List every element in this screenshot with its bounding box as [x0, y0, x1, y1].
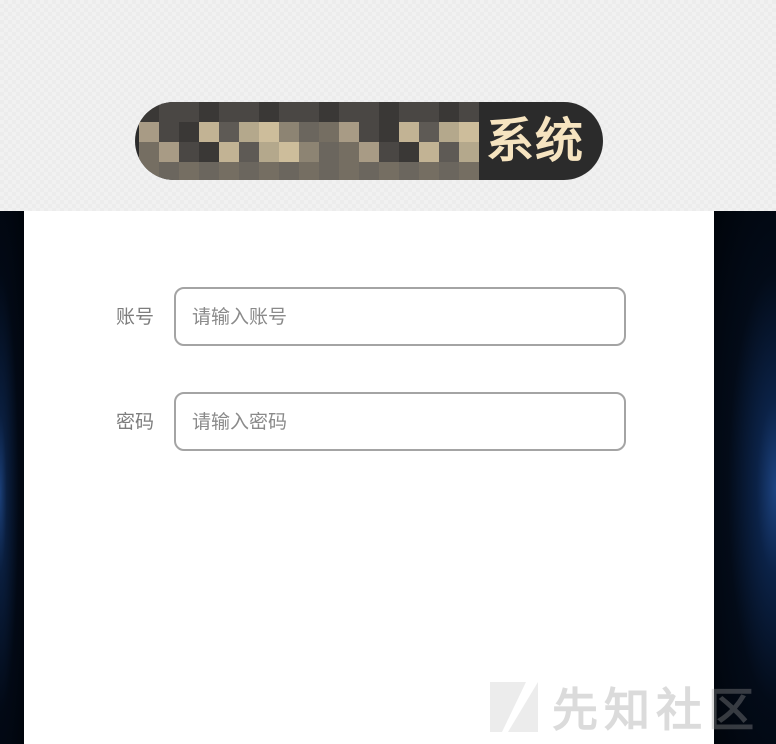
logo-mosaic-cell [219, 142, 239, 162]
logo-mosaic-cell [299, 102, 319, 122]
account-label: 账号 [116, 306, 155, 328]
logo-mosaic-cell [359, 102, 379, 122]
logo-mosaic-cell [439, 142, 459, 162]
logo-mosaic-cell [239, 122, 259, 142]
logo-mosaic-cell [279, 162, 299, 180]
logo-mosaic-cell [239, 102, 259, 122]
logo-mosaic-cell [319, 122, 339, 142]
password-row: 密码 [24, 392, 714, 452]
logo-mosaic-cell [379, 162, 399, 180]
logo-mosaic-cell [219, 122, 239, 142]
logo-mosaic-cell [419, 162, 439, 180]
logo-mosaic-cell [399, 122, 419, 142]
logo-mosaic-cell [339, 162, 359, 180]
logo-mosaic-cell [399, 162, 419, 180]
logo-mosaic-cell [199, 102, 219, 122]
logo-mosaic-cell [319, 162, 339, 180]
logo-mosaic-cell [159, 162, 179, 180]
logo-mosaic-cell [359, 122, 379, 142]
logo-mosaic-cell [159, 142, 179, 162]
logo-mosaic-cell [259, 162, 279, 180]
logo-mosaic-cell [259, 102, 279, 122]
logo-mosaic-cell [339, 142, 359, 162]
login-card: 账号 密码 [24, 211, 714, 744]
logo-title: 系统 [485, 113, 584, 169]
logo-mosaic-cell [319, 142, 339, 162]
logo-mosaic-cell [299, 122, 319, 142]
background-right-panel [714, 211, 776, 744]
logo-mosaic-cell [179, 162, 199, 180]
logo-mosaic-cell [239, 162, 259, 180]
watermark-logo-icon [490, 682, 538, 732]
logo-pixelated-name [139, 102, 479, 180]
logo-mosaic-cell [279, 142, 299, 162]
logo-mosaic-cell [419, 102, 439, 122]
logo-mosaic-cell [419, 142, 439, 162]
system-logo: 系统 [135, 102, 603, 180]
logo-mosaic-cell [239, 142, 259, 162]
logo-mosaic-cell [299, 162, 319, 180]
logo-mosaic-cell [399, 102, 419, 122]
logo-mosaic-cell [319, 102, 339, 122]
logo-mosaic-cell [199, 162, 219, 180]
logo-mosaic-cell [339, 122, 359, 142]
account-row: 账号 [24, 287, 714, 347]
logo-mosaic-cell [179, 122, 199, 142]
logo-mosaic-cell [359, 162, 379, 180]
logo-mosaic-cell [199, 122, 219, 142]
logo-mosaic-cell [139, 122, 159, 142]
watermark: 先知社区 [486, 676, 760, 738]
logo-mosaic-cell [179, 102, 199, 122]
logo-mosaic-cell [259, 142, 279, 162]
logo-mosaic-cell [439, 162, 459, 180]
logo-mosaic-cell [379, 122, 399, 142]
logo-mosaic-cell [379, 142, 399, 162]
logo-mosaic-cell [139, 102, 159, 122]
logo-mosaic-cell [379, 102, 399, 122]
logo-mosaic-cell [159, 102, 179, 122]
logo-mosaic-cell [159, 122, 179, 142]
logo-mosaic-cell [199, 142, 219, 162]
logo-mosaic-cell [219, 162, 239, 180]
logo-mosaic-cell [299, 142, 319, 162]
logo-mosaic-cell [279, 122, 299, 142]
password-label: 密码 [116, 411, 155, 433]
background-left-panel [0, 211, 24, 744]
logo-mosaic-cell [339, 102, 359, 122]
account-input[interactable] [174, 287, 626, 346]
logo-mosaic-cell [259, 122, 279, 142]
logo-mosaic-cell [359, 142, 379, 162]
logo-mosaic-cell [139, 142, 159, 162]
logo-mosaic-cell [439, 102, 459, 122]
logo-mosaic-cell [279, 102, 299, 122]
logo-mosaic-cell [399, 142, 419, 162]
logo-mosaic-cell [219, 102, 239, 122]
logo-mosaic-cell [439, 122, 459, 142]
watermark-text: 先知社区 [552, 683, 760, 737]
logo-mosaic-cell [139, 162, 159, 180]
password-input[interactable] [174, 392, 626, 451]
logo-mosaic-cell [419, 122, 439, 142]
logo-mosaic-cell [179, 142, 199, 162]
